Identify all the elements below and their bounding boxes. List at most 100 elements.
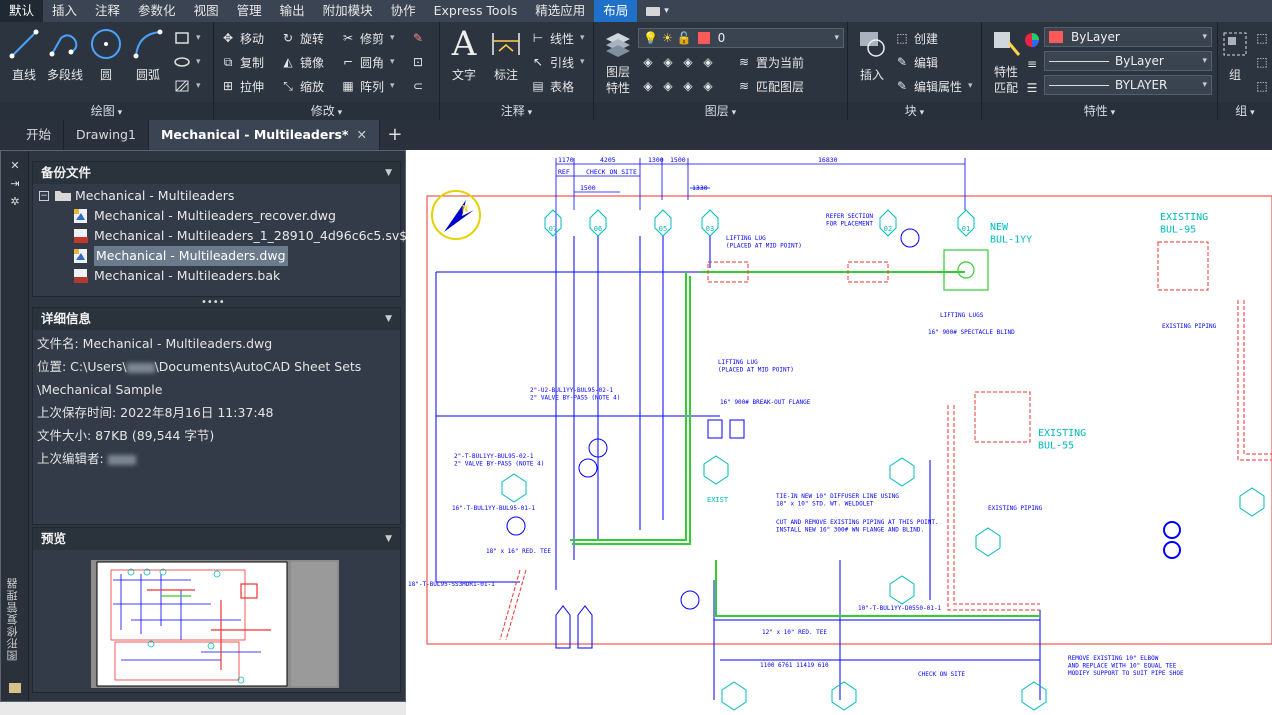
properties-panel-title[interactable]: 特性 (982, 102, 1217, 120)
tag-label: 05 (659, 225, 667, 233)
layer-stack-icon (598, 26, 638, 62)
tab-addins[interactable]: 附加模块 (314, 0, 382, 22)
status-strip (0, 702, 406, 715)
eraser-icon: ✎ (412, 31, 424, 45)
explode-button[interactable]: ⊡ (410, 52, 426, 72)
palette-settings-icon[interactable]: ✲ (1, 193, 29, 211)
layers-panel-title[interactable]: 图层 (594, 102, 847, 120)
backup-files-header[interactable]: 备份文件 ▼ (33, 162, 400, 184)
tab-view[interactable]: 视图 (185, 0, 228, 22)
group-button[interactable]: 组 (1220, 26, 1250, 82)
group-panel-title[interactable]: 组 (1218, 102, 1272, 120)
tab-insert[interactable]: 插入 (43, 0, 86, 22)
tree-collapse-icon[interactable]: − (39, 191, 49, 201)
arc-button[interactable]: 圆弧 (128, 26, 168, 82)
layer-tools-row2[interactable]: ◈ ◈ ◈ ◈ (640, 76, 716, 96)
doc-tab-mechanical[interactable]: Mechanical - Multileaders* ✕ (148, 120, 380, 150)
match-layer-button[interactable]: ≋ 匹配图层 (736, 76, 804, 96)
edit-block-button[interactable]: ✎ 编辑 (894, 52, 938, 72)
insert-button[interactable]: 插入 (852, 26, 892, 82)
modify-panel-title[interactable]: 修改 (214, 102, 439, 120)
doc-tab-start[interactable]: 开始 (14, 120, 65, 150)
layer-tools-row1[interactable]: ◈ ◈ ◈ ◈ (640, 52, 716, 72)
group-select-icon[interactable]: ⬚ (1254, 76, 1270, 96)
explode-icon: ⊡ (412, 55, 424, 69)
erase-button[interactable]: ✎ (410, 28, 426, 48)
group-icon (1220, 26, 1250, 62)
trim-button[interactable]: ✂ 修剪 ▾ (340, 28, 395, 48)
circle-button[interactable]: 圆 (86, 26, 126, 82)
backup-file-item[interactable]: Mechanical - Multileaders.dwg (39, 246, 400, 266)
close-palette-icon[interactable]: ✕ (1, 157, 29, 175)
text-button[interactable]: A 文字 (444, 24, 484, 82)
set-current-button[interactable]: ≋ 置为当前 (736, 52, 804, 72)
color-dropdown[interactable]: ByLayer ▾ (1044, 27, 1212, 47)
tab-parametric[interactable]: 参数化 (129, 0, 185, 22)
autohide-icon[interactable]: ⇥ (1, 175, 29, 193)
move-button[interactable]: ✥ 移动 (220, 28, 264, 48)
redacted-editor (107, 454, 136, 465)
backup-root-node[interactable]: − Mechanical - Multileaders (39, 186, 400, 206)
mirror-button[interactable]: ◭ 镜像 (280, 52, 324, 72)
tab-output[interactable]: 输出 (271, 0, 314, 22)
tab-express-tools[interactable]: Express Tools (425, 0, 527, 22)
block-panel-title[interactable]: 块 (848, 102, 981, 120)
ribbon-toggle-button[interactable]: ▾ (637, 0, 678, 22)
layer-unlock-icon: ◈ (703, 79, 713, 93)
leader-button[interactable]: ↖ 引线 ▾ (530, 52, 585, 72)
table-button[interactable]: ▤ 表格 (530, 76, 574, 96)
create-block-button[interactable]: ⬚ 创建 (894, 28, 938, 48)
collapse-icon[interactable]: ▼ (385, 308, 392, 330)
stretch-button[interactable]: ⊞ 拉伸 (220, 76, 264, 96)
doc-tab-drawing1[interactable]: Drawing1 (64, 120, 149, 150)
tab-default[interactable]: 默认 (0, 0, 44, 22)
layers-panel: 图层 特性 💡 ☀ 🔓 0 ▾ ◈ ◈ ◈ ◈ ≋ 置为当前 ◈ ◈ ◈ ◈ ≋ 匹配图层 图层 (594, 22, 848, 120)
new-tab-button[interactable]: + (380, 120, 410, 150)
ellipse-button[interactable]: ▾ (174, 52, 201, 72)
dimension-button[interactable]: 标注 (486, 26, 526, 82)
preview-header[interactable]: 预览 ▼ (33, 528, 400, 550)
close-tab-icon[interactable]: ✕ (356, 120, 366, 150)
line-button[interactable]: 直线 (4, 26, 44, 82)
fillet-button[interactable]: ⌐ 圆角 ▾ (340, 52, 395, 72)
edit-attributes-button[interactable]: ✎ 编辑属性 ▾ (894, 76, 973, 96)
draw-panel-title[interactable]: 绘图 (0, 102, 213, 120)
ungroup-icon[interactable]: ⬚ (1254, 28, 1270, 48)
offset-button[interactable]: ⊂ (410, 76, 426, 96)
fillet-icon: ⌐ (342, 55, 354, 69)
tab-layout[interactable]: 布局 (594, 0, 638, 22)
tab-annotate[interactable]: 注释 (86, 0, 129, 22)
linetype-dropdown[interactable]: ByLayer ▾ (1044, 51, 1212, 71)
lineweight-dropdown[interactable]: BYLAYER ▾ (1044, 75, 1212, 95)
layer-thaw-icon: ◈ (683, 79, 693, 93)
polyline-button[interactable]: 多段线 (44, 26, 86, 82)
hatch-button[interactable]: ▾ (174, 76, 201, 96)
layer-on-icon: ◈ (643, 79, 653, 93)
note-valve-bypass-2: 2"-T-BUL1YY-BUL95-02-1 2" VALVE BY-PASS (… (454, 453, 544, 468)
annotation-panel-title[interactable]: 注释 (440, 102, 593, 120)
backup-file-item[interactable]: Mechanical - Multileaders_recover.dwg (39, 206, 400, 226)
scale-button[interactable]: ⤡ 缩放 (280, 76, 324, 96)
collapse-icon[interactable]: ▼ (385, 162, 392, 184)
layer-dropdown[interactable]: 💡 ☀ 🔓 0 ▾ (638, 28, 844, 48)
note-breakout-flange: 16" 900# BREAK-OUT FLANGE (720, 399, 811, 406)
tab-featured-apps[interactable]: 精选应用 (526, 0, 594, 22)
backup-file-name: Mechanical - Multileaders_1_28910_4d96c6… (94, 228, 408, 243)
details-header[interactable]: 详细信息 ▼ (33, 308, 400, 330)
rotate-button[interactable]: ↻ 旋转 (280, 28, 324, 48)
collapse-icon[interactable]: ▼ (385, 528, 392, 550)
tab-manage[interactable]: 管理 (228, 0, 271, 22)
tab-collaborate[interactable]: 协作 (382, 0, 425, 22)
array-button[interactable]: ▦ 阵列 ▾ (340, 76, 394, 96)
label-existing-bul55: EXISTING BUL-55 (1038, 428, 1086, 452)
linear-dim-button[interactable]: ⊢ 线性 ▾ (530, 28, 585, 48)
backup-file-item[interactable]: Mechanical - Multileaders_1_28910_4d96c6… (39, 226, 407, 246)
copy-button[interactable]: ⧉ 复制 (220, 52, 264, 72)
layer-properties-button[interactable]: 图层 特性 (598, 26, 638, 96)
match-properties-button[interactable]: 特性 匹配 (986, 26, 1026, 96)
backup-file-item[interactable]: Mechanical - Multileaders.bak (39, 266, 400, 286)
drawing-canvas[interactable]: N 1170 4205 1300 1500 16830 REF CHECK ON… (406, 150, 1272, 715)
rectangle-button[interactable]: ▾ (174, 28, 201, 48)
dim-text: 1500 (670, 156, 686, 164)
group-edit-icon[interactable]: ⬚ (1254, 52, 1270, 72)
